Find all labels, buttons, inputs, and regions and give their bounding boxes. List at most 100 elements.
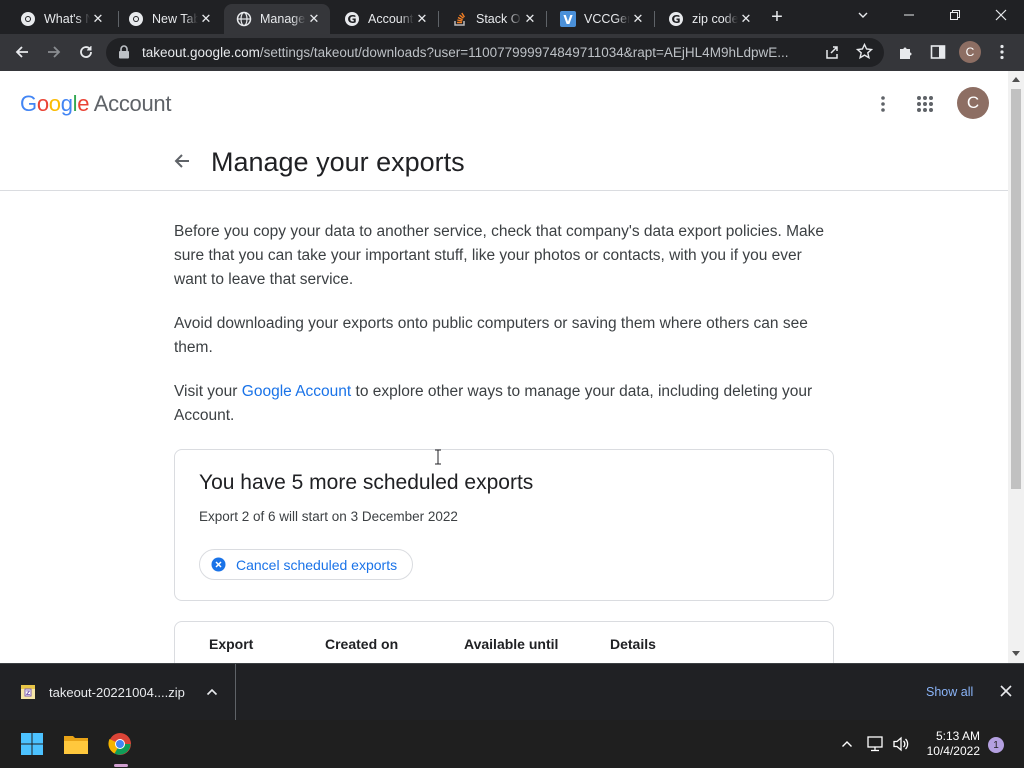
arrow-back-icon bbox=[174, 154, 189, 168]
chevron-up-icon[interactable] bbox=[206, 687, 218, 697]
close-icon bbox=[995, 9, 1007, 21]
account-paragraph: Visit your Google Account to explore oth… bbox=[174, 380, 824, 428]
url-path: /settings/takeout/downloads?user=1100779… bbox=[259, 45, 789, 60]
back-button[interactable] bbox=[8, 38, 36, 66]
url-text: takeout.google.com/settings/takeout/down… bbox=[142, 45, 822, 60]
arrow-right-icon bbox=[48, 46, 61, 58]
minimize-button[interactable] bbox=[886, 0, 932, 30]
paragraph-text: Visit your bbox=[174, 383, 242, 400]
new-tab-button[interactable]: + bbox=[766, 7, 788, 29]
cancel-scheduled-exports-button[interactable]: Cancel scheduled exports bbox=[199, 549, 414, 580]
profile-avatar[interactable]: C bbox=[959, 41, 981, 63]
windows-taskbar: 5:13 AM 10/4/2022 1 bbox=[0, 720, 1024, 768]
tab-account[interactable]: G Account ✕ bbox=[332, 4, 438, 34]
close-tab-icon[interactable]: ✕ bbox=[414, 11, 430, 27]
reload-icon bbox=[80, 46, 92, 58]
share-icon bbox=[826, 46, 838, 59]
browser-menu-button[interactable] bbox=[988, 38, 1016, 66]
stackoverflow-icon bbox=[452, 11, 468, 27]
download-item[interactable]: Z takeout-20221004....zip bbox=[0, 664, 236, 720]
tab-whats-new[interactable]: What's N ✕ bbox=[8, 4, 114, 34]
file-explorer-button[interactable] bbox=[60, 728, 92, 760]
close-tab-icon[interactable]: ✕ bbox=[630, 11, 646, 27]
system-clock[interactable]: 5:13 AM 10/4/2022 bbox=[920, 729, 980, 759]
tab-vccgen[interactable]: V VCCGen ✕ bbox=[548, 4, 654, 34]
globe-icon bbox=[236, 11, 252, 27]
close-tab-icon[interactable]: ✕ bbox=[522, 11, 538, 27]
tab-separator bbox=[438, 11, 439, 27]
tab-zip-code[interactable]: G zip code ✕ bbox=[656, 4, 762, 34]
svg-text:G: G bbox=[671, 13, 680, 26]
show-hidden-icons-button[interactable] bbox=[832, 728, 862, 760]
lock-icon[interactable] bbox=[118, 45, 130, 59]
close-window-button[interactable] bbox=[978, 0, 1024, 30]
url-host: takeout.google.com bbox=[142, 45, 260, 60]
exports-table: Export Created on Available until Detail… bbox=[174, 621, 834, 663]
chrome-taskbar-button[interactable] bbox=[104, 728, 136, 760]
reload-button[interactable] bbox=[72, 38, 100, 66]
start-button[interactable] bbox=[16, 728, 48, 760]
close-tab-icon[interactable]: ✕ bbox=[738, 11, 754, 27]
restore-button[interactable] bbox=[932, 0, 978, 30]
tab-title: Account bbox=[368, 12, 414, 26]
extensions-button[interactable] bbox=[892, 38, 920, 66]
scroll-up-arrow[interactable] bbox=[1012, 77, 1020, 82]
address-bar[interactable]: takeout.google.com/settings/takeout/down… bbox=[106, 38, 884, 67]
notification-badge[interactable]: 1 bbox=[988, 737, 1004, 753]
google-apps-button[interactable] bbox=[909, 88, 941, 120]
back-to-takeout-button[interactable] bbox=[170, 149, 194, 173]
scheduled-exports-subtitle: Export 2 of 6 will start on 3 December 2… bbox=[199, 509, 458, 524]
chrome-icon bbox=[108, 733, 131, 755]
close-tab-icon[interactable]: ✕ bbox=[90, 11, 106, 27]
tab-search-button[interactable] bbox=[840, 0, 886, 30]
close-tab-icon[interactable]: ✕ bbox=[198, 11, 214, 27]
zip-file-icon: Z bbox=[21, 685, 35, 699]
vertical-scrollbar[interactable] bbox=[1008, 71, 1024, 663]
share-button[interactable] bbox=[824, 44, 840, 65]
tab-title: New Tab bbox=[152, 12, 198, 26]
account-avatar[interactable]: C bbox=[957, 87, 989, 119]
page-content: Google Account C Manage your exports Bef… bbox=[0, 71, 1024, 663]
show-all-downloads-link[interactable]: Show all bbox=[926, 685, 973, 699]
more-vert-icon bbox=[1000, 44, 1004, 60]
google-account-logo[interactable]: Google Account bbox=[20, 91, 171, 117]
tab-stack-overflow[interactable]: Stack O ✕ bbox=[440, 4, 546, 34]
download-file-name: takeout-20221004....zip bbox=[49, 685, 185, 700]
restore-icon bbox=[950, 10, 960, 20]
tab-title: zip code bbox=[692, 12, 738, 26]
column-header-export: Export bbox=[209, 636, 254, 652]
google-account-header: Google Account C bbox=[0, 71, 1008, 135]
tab-new-tab[interactable]: New Tab ✕ bbox=[116, 4, 222, 34]
more-vert-icon bbox=[881, 96, 885, 112]
bookmark-button[interactable] bbox=[855, 42, 874, 65]
windows-logo-icon bbox=[21, 733, 43, 755]
scheduled-exports-title: You have 5 more scheduled exports bbox=[199, 471, 534, 494]
speaker-icon bbox=[893, 736, 909, 752]
google-account-link[interactable]: Google Account bbox=[242, 383, 351, 400]
side-panel-button[interactable] bbox=[924, 38, 952, 66]
tab-manage-exports[interactable]: Manage ✕ bbox=[224, 4, 330, 34]
scrollbar-thumb[interactable] bbox=[1011, 89, 1021, 489]
forward-button[interactable] bbox=[40, 38, 68, 66]
svg-text:G: G bbox=[347, 13, 356, 26]
tab-title: VCCGen bbox=[584, 12, 630, 26]
clock-time: 5:13 AM bbox=[935, 729, 980, 743]
tab-strip: What's N ✕ New Tab ✕ Manage ✕ G Account … bbox=[0, 0, 1024, 34]
svg-text:Z: Z bbox=[26, 690, 31, 697]
more-options-button[interactable] bbox=[867, 88, 899, 120]
svg-text:V: V bbox=[563, 13, 573, 27]
close-icon[interactable] bbox=[998, 683, 1014, 699]
close-tab-icon[interactable]: ✕ bbox=[306, 11, 322, 27]
chevron-down-icon bbox=[858, 12, 868, 18]
google-icon: G bbox=[668, 11, 684, 27]
tab-separator bbox=[546, 11, 547, 27]
tab-separator bbox=[654, 11, 655, 27]
cancel-circle-icon bbox=[211, 557, 226, 572]
puzzle-icon bbox=[900, 47, 912, 59]
network-button[interactable] bbox=[862, 728, 888, 760]
download-shelf: Z takeout-20221004....zip Show all bbox=[0, 663, 1024, 720]
scroll-down-arrow[interactable] bbox=[1012, 651, 1020, 656]
column-header-details: Details bbox=[610, 636, 656, 652]
volume-button[interactable] bbox=[888, 728, 914, 760]
account-wordmark: Account bbox=[93, 91, 172, 116]
